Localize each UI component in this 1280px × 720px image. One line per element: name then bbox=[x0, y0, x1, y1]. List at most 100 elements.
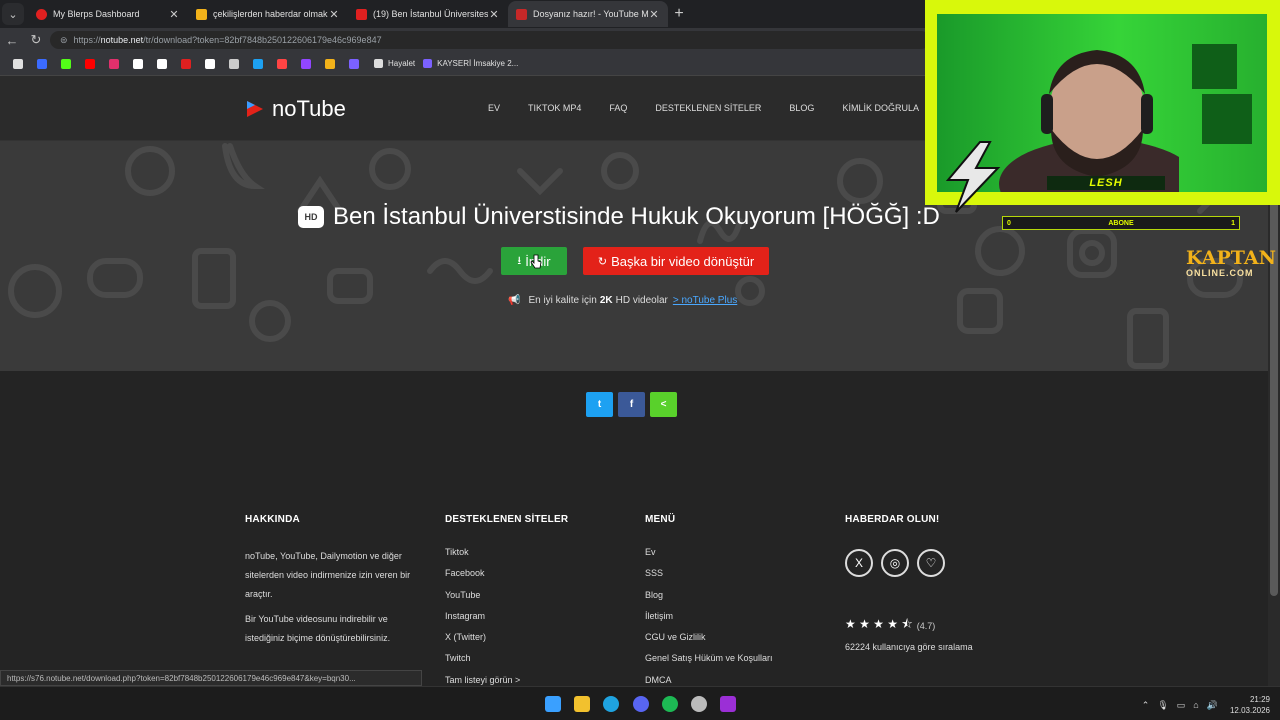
notube-logo[interactable]: noTube bbox=[244, 96, 346, 122]
bookmark-icon[interactable] bbox=[54, 56, 78, 72]
close-tab-icon[interactable]: ✕ bbox=[648, 8, 660, 21]
bookmark-icon[interactable] bbox=[6, 56, 30, 72]
footer-link-twitch[interactable]: Twitch bbox=[445, 653, 635, 674]
bookmark-icon[interactable] bbox=[174, 56, 198, 72]
download-icon: ⭳ bbox=[517, 254, 522, 267]
footer-sites: DESTEKLENEN SİTELER Tiktok Facebook YouT… bbox=[445, 514, 635, 686]
bookmark-icon[interactable] bbox=[246, 56, 270, 72]
lightning-icon bbox=[945, 141, 1001, 213]
clock-time: 21:29 bbox=[1249, 695, 1270, 704]
footer-menu-title: MENÜ bbox=[645, 514, 676, 525]
bookmark-icon[interactable] bbox=[30, 56, 54, 72]
microphone-icon[interactable]: 🎙 bbox=[1157, 700, 1168, 711]
back-icon[interactable]: ← bbox=[0, 33, 24, 48]
kaptan-favicon-icon bbox=[196, 8, 207, 20]
edge-icon[interactable] bbox=[603, 696, 619, 712]
footer-menu: MENÜ Ev SSS Blog İletişim CGU ve Gizlili… bbox=[645, 514, 835, 686]
display-icon[interactable]: ▭ bbox=[1177, 700, 1186, 711]
bookmark-icon[interactable] bbox=[198, 56, 222, 72]
close-tab-icon[interactable]: ✕ bbox=[488, 8, 500, 21]
bookmark-icon[interactable] bbox=[78, 56, 102, 72]
clock-date: 12.03.2026 bbox=[1229, 706, 1270, 715]
bookmark-icon[interactable] bbox=[150, 56, 174, 72]
heartbeat-social-icon[interactable]: ♡ bbox=[917, 549, 945, 577]
footer-link-facebook[interactable]: Facebook bbox=[445, 568, 635, 589]
tab-blerps[interactable]: My Blerps Dashboard ✕ bbox=[28, 1, 188, 27]
chevron-up-icon[interactable]: ⌃ bbox=[1142, 700, 1150, 711]
close-tab-icon[interactable]: ✕ bbox=[168, 8, 180, 21]
footer-link-privacy[interactable]: CGU ve Gizlilik bbox=[645, 632, 835, 653]
x-social-icon[interactable]: X bbox=[845, 549, 873, 577]
brand-top: KAPTAN bbox=[1186, 247, 1276, 269]
promo-prefix: En iyi kalite için bbox=[528, 295, 597, 306]
facebook-icon: f bbox=[629, 399, 634, 410]
bookmark-icon[interactable] bbox=[294, 56, 318, 72]
promo-suffix: HD videolar bbox=[615, 295, 668, 306]
share-icon: < bbox=[660, 399, 667, 410]
address-bar[interactable]: ⊜ https://notube.net/tr/download?token=8… bbox=[50, 31, 930, 49]
bookmark-kayseri[interactable]: KAYSERİ İmsakiye 2... bbox=[423, 59, 518, 68]
clock[interactable]: 21:29 12.03.2026 bbox=[1230, 694, 1270, 716]
nav-item-tiktok[interactable]: TIKTOK MP4 bbox=[528, 103, 581, 113]
notube-favicon-icon bbox=[516, 8, 527, 20]
nav-item-sites[interactable]: DESTEKLENEN SİTELER bbox=[655, 103, 761, 113]
footer-link-contact[interactable]: İletişim bbox=[645, 611, 835, 632]
footer-about-text-1: noTube, YouTube, Dailymotion ve diğer si… bbox=[245, 551, 411, 599]
file-explorer-icon[interactable] bbox=[574, 696, 590, 712]
footer-link-dmca[interactable]: DMCA bbox=[645, 675, 835, 686]
notube-plus-link[interactable]: > noTube Plus bbox=[673, 295, 737, 306]
tab-notube[interactable]: Dosyanız hazır! - YouTube MP3 ve ✕ bbox=[508, 1, 668, 27]
footer-link-youtube[interactable]: YouTube bbox=[445, 590, 635, 611]
steam-icon[interactable] bbox=[691, 696, 707, 712]
instagram-social-icon[interactable]: ◎ bbox=[881, 549, 909, 577]
tab-youtube[interactable]: (19) Ben İstanbul Üniversitesinde H ✕ bbox=[348, 1, 508, 27]
start-icon[interactable] bbox=[545, 696, 561, 712]
facebook-share-button[interactable]: f bbox=[618, 392, 645, 417]
reload-icon[interactable]: ↻ bbox=[24, 32, 48, 48]
refresh-icon: ↻ bbox=[597, 255, 608, 268]
tab-search-button[interactable]: ⌄ bbox=[2, 3, 24, 25]
footer-link-instagram[interactable]: Instagram bbox=[445, 611, 635, 632]
tab-kaptan[interactable]: çekilişlerden haberdar olmak için K ✕ bbox=[188, 1, 348, 27]
rating: ★ ★ ★ ★ ⯪ (4.7) bbox=[845, 615, 1035, 636]
new-tab-button[interactable]: + bbox=[668, 5, 690, 23]
bookmark-icon[interactable] bbox=[102, 56, 126, 72]
rating-stars-icon: ★ ★ ★ ★ ⯪ bbox=[845, 617, 913, 631]
nav-item-login[interactable]: KİMLİK DOĞRULA bbox=[842, 103, 919, 113]
volume-icon[interactable]: 🔊 bbox=[1207, 700, 1218, 711]
bookmark-icon[interactable] bbox=[126, 56, 150, 72]
footer-link-blog[interactable]: Blog bbox=[645, 590, 835, 611]
obs-icon[interactable] bbox=[720, 696, 736, 712]
bookmark-icon[interactable] bbox=[270, 56, 294, 72]
footer-link-full-list[interactable]: Tam listeyi görün > bbox=[445, 675, 635, 686]
footer-about-title: HAKKINDA bbox=[245, 514, 300, 525]
footer-link-faq[interactable]: SSS bbox=[645, 568, 835, 589]
site-nav: EV TIKTOK MP4 FAQ DESTEKLENEN SİTELER BL… bbox=[488, 103, 947, 113]
link-status-bar: https://s76.notube.net/download.php?toke… bbox=[0, 670, 422, 686]
footer-link-home[interactable]: Ev bbox=[645, 547, 835, 568]
twitter-share-button[interactable]: t bbox=[586, 392, 613, 417]
share-button[interactable]: < bbox=[650, 392, 677, 417]
footer-link-tiktok[interactable]: Tiktok bbox=[445, 547, 635, 568]
nav-item-faq[interactable]: FAQ bbox=[609, 103, 627, 113]
bookmark-icon[interactable] bbox=[318, 56, 342, 72]
bookmark-icon[interactable] bbox=[222, 56, 246, 72]
network-icon[interactable]: ⌂ bbox=[1193, 700, 1198, 710]
subscriber-goal-bar: 0 ABONE 1 bbox=[1002, 216, 1240, 230]
close-tab-icon[interactable]: ✕ bbox=[328, 8, 340, 21]
site-info-icon[interactable]: ⊜ bbox=[60, 35, 68, 46]
brand-bottom: ONLINE.COM bbox=[1186, 268, 1254, 278]
nav-item-ev[interactable]: EV bbox=[488, 103, 500, 113]
footer-link-twitter[interactable]: X (Twitter) bbox=[445, 632, 635, 653]
nav-item-blog[interactable]: BLOG bbox=[789, 103, 814, 113]
convert-another-button[interactable]: ↻ Başka bir video dönüştür bbox=[583, 247, 769, 275]
bookmark-hayalet[interactable]: Hayalet bbox=[374, 59, 415, 68]
discord-icon[interactable] bbox=[633, 696, 649, 712]
footer-link-terms[interactable]: Genel Satış Hüküm ve Koşulları bbox=[645, 653, 835, 674]
windows-taskbar: ⌃ 🎙 ▭ ⌂ 🔊 21:29 12.03.2026 bbox=[0, 686, 1280, 720]
notube-logo-icon bbox=[247, 101, 263, 117]
bookmark-icon[interactable] bbox=[342, 56, 366, 72]
hand-cursor-icon bbox=[530, 254, 542, 269]
spotify-icon[interactable] bbox=[662, 696, 678, 712]
hd-badge: HD bbox=[298, 206, 324, 228]
